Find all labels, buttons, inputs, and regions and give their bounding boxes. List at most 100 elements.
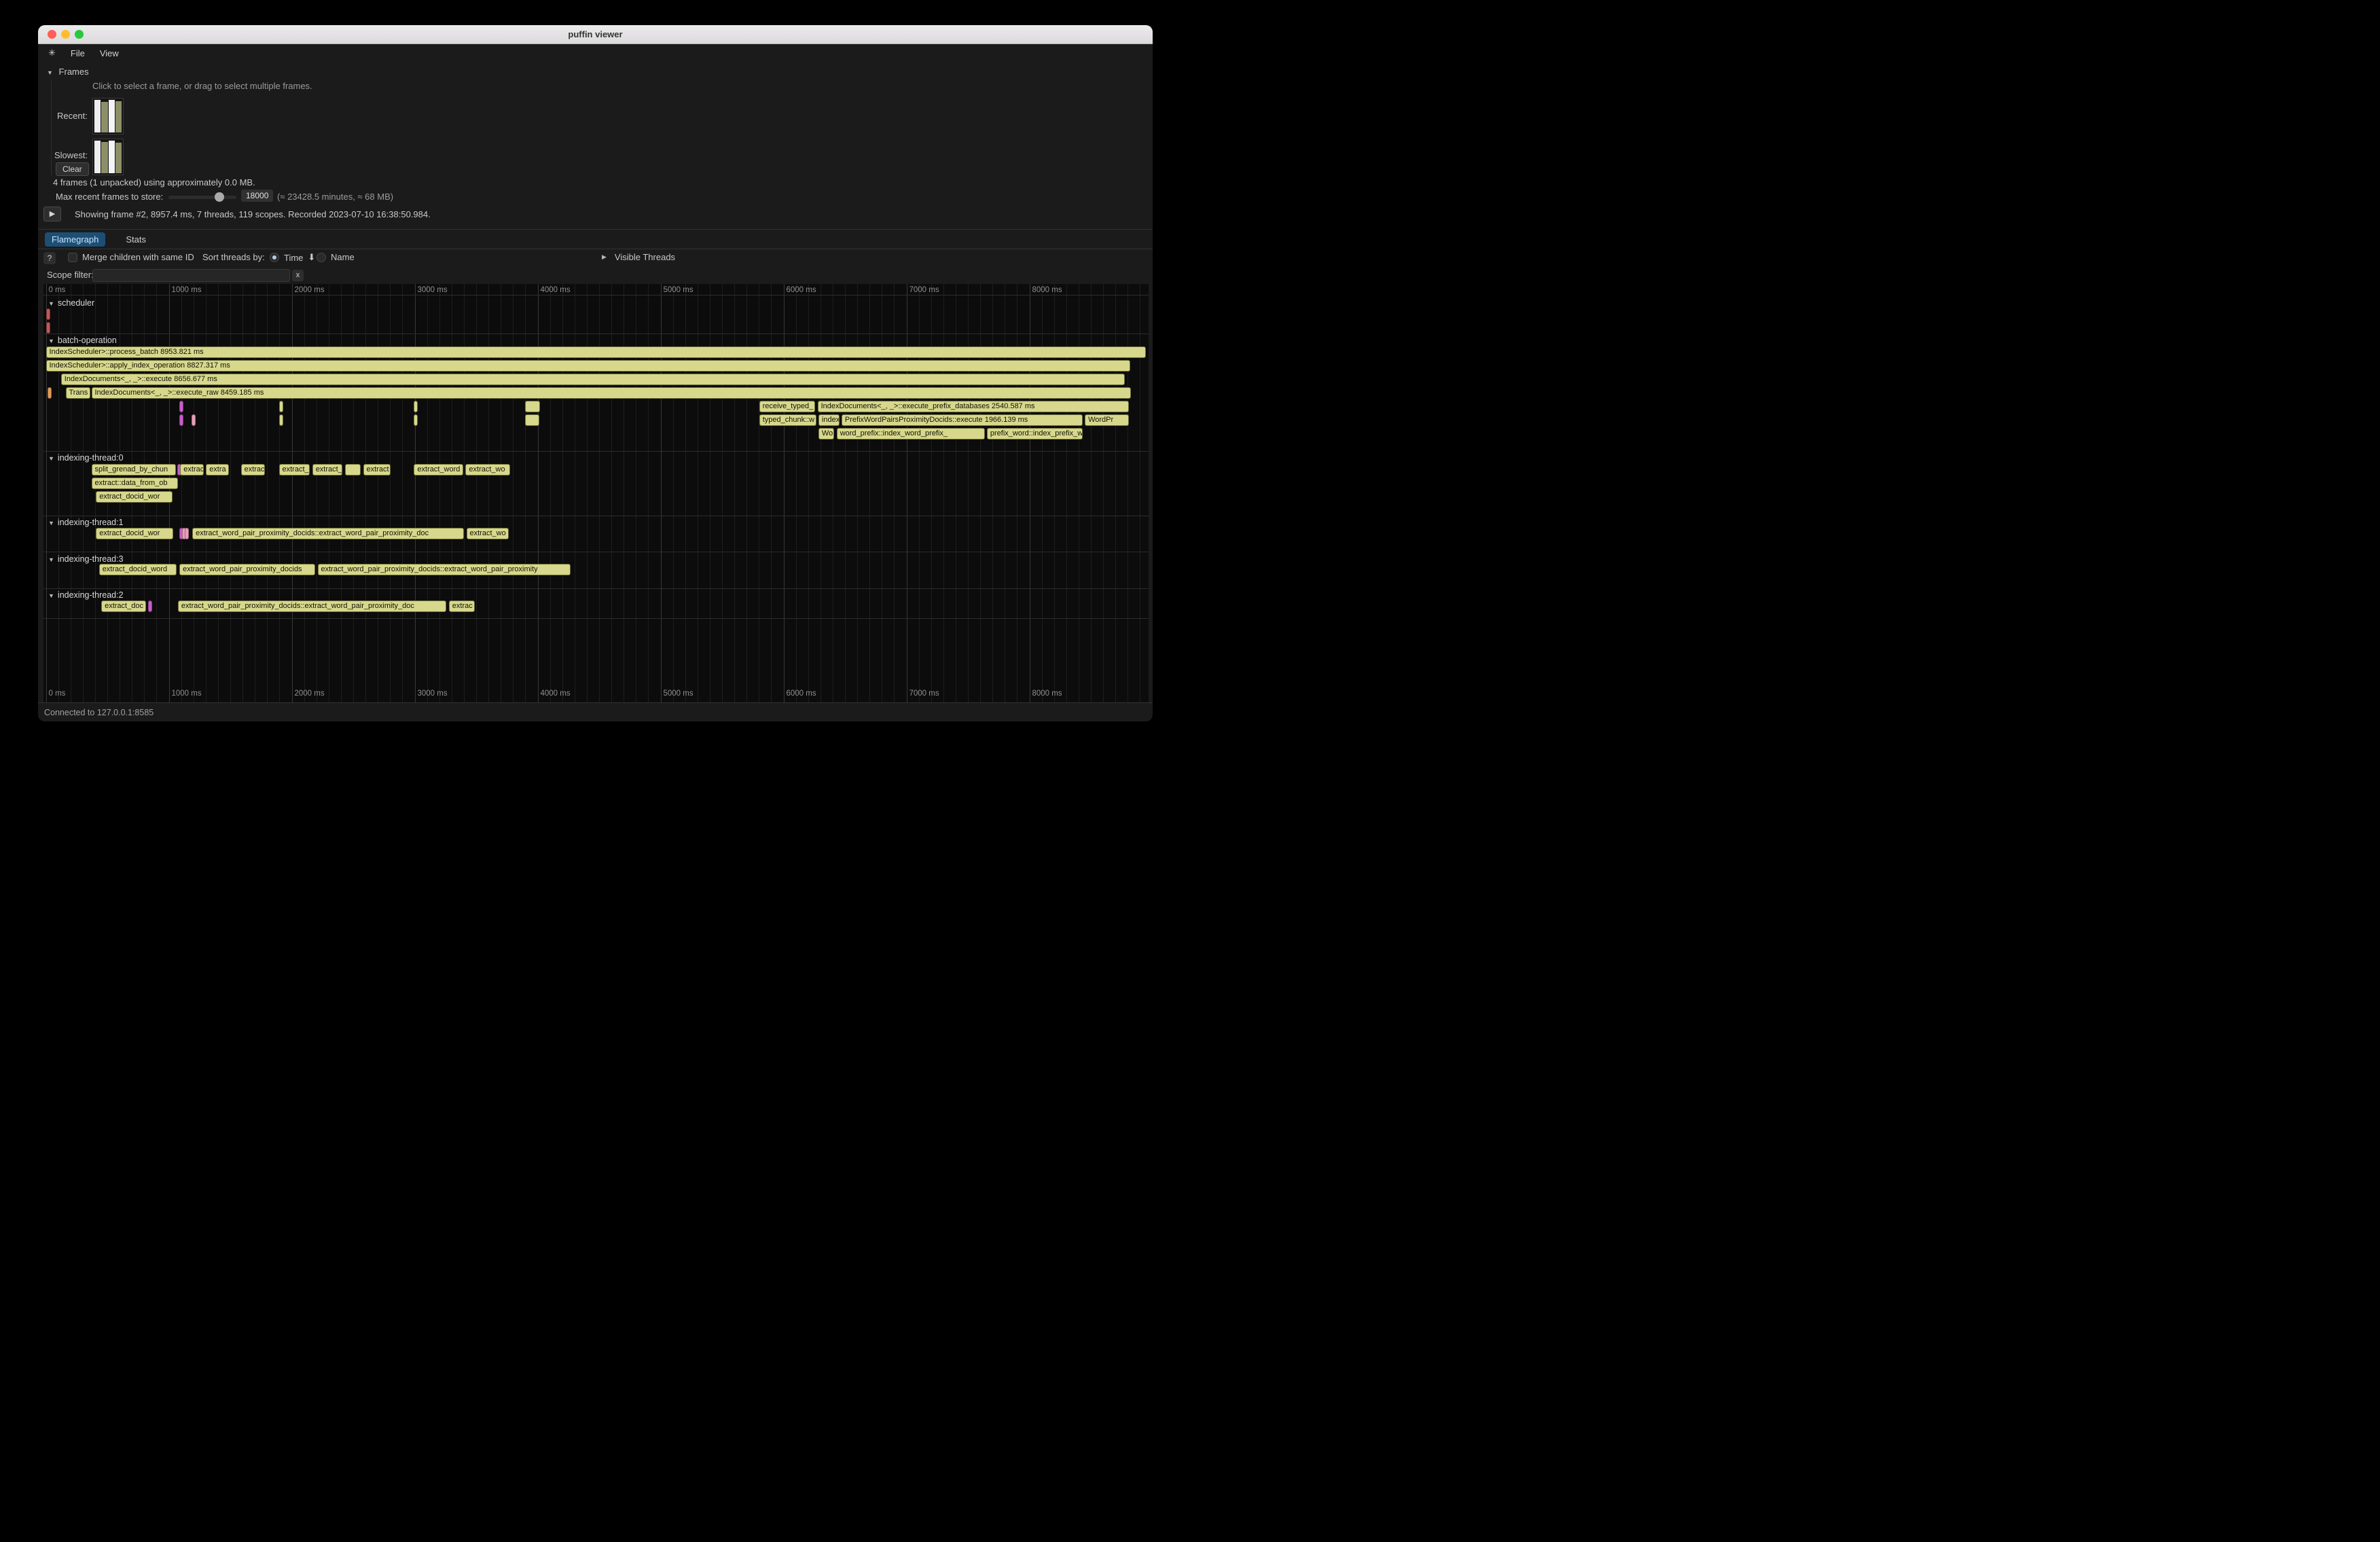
scope-span[interactable]: extract_docid_wor: [96, 491, 173, 503]
slowest-frames-thumbnail[interactable]: [92, 139, 124, 175]
thread-header-indexing-thread:1[interactable]: ▼indexing-thread:1: [48, 518, 124, 527]
max-frames-slider[interactable]: [168, 196, 236, 199]
thread-separator-line: [43, 618, 1149, 619]
scope-span[interactable]: [279, 414, 283, 426]
scope-span[interactable]: [525, 414, 539, 426]
frame-bar[interactable]: [109, 100, 115, 132]
axis-tick-label: 4000 ms: [541, 286, 571, 294]
scope-span[interactable]: extract_: [312, 464, 343, 476]
scope-span[interactable]: [48, 387, 52, 399]
clear-button[interactable]: Clear: [56, 162, 89, 176]
flamegraph-canvas[interactable]: 0 ms0 ms1000 ms1000 ms2000 ms2000 ms3000…: [43, 284, 1149, 702]
scope-filter-input[interactable]: [92, 269, 290, 282]
thread-header-scheduler[interactable]: ▼scheduler: [48, 298, 94, 308]
play-button[interactable]: ▶: [43, 207, 61, 221]
scope-span[interactable]: [46, 308, 50, 320]
scope-span[interactable]: extract_doc: [101, 600, 146, 612]
frame-bar[interactable]: [101, 142, 107, 173]
thread-header-indexing-thread:0[interactable]: ▼indexing-thread:0: [48, 453, 124, 463]
scope-span[interactable]: Word: [818, 428, 835, 440]
scope-span[interactable]: [192, 414, 196, 426]
visible-threads-header[interactable]: ▶ Visible Threads: [602, 252, 675, 262]
scope-span[interactable]: [179, 414, 183, 426]
scope-span[interactable]: IndexScheduler>::apply_index_operation 8…: [46, 360, 1131, 372]
frame-bar[interactable]: [115, 101, 122, 132]
radio-unselected-icon: [317, 253, 326, 262]
scope-span[interactable]: word_prefix::index_word_prefix_: [837, 428, 985, 440]
scope-span[interactable]: extra: [206, 464, 229, 476]
close-window-icon[interactable]: [48, 30, 56, 39]
zoom-window-icon[interactable]: [75, 30, 84, 39]
frame-bar[interactable]: [115, 143, 122, 173]
scope-span[interactable]: WordPr: [1085, 414, 1129, 426]
scope-span[interactable]: extract_word_pair_proximity_docids: [179, 564, 315, 575]
scope-span[interactable]: IndexDocuments<_, _>::execute 8656.677 m…: [61, 374, 1125, 385]
thread-header-batch-operation[interactable]: ▼batch-operation: [48, 336, 117, 345]
scope-span[interactable]: index: [818, 414, 840, 426]
frame-bar[interactable]: [109, 141, 115, 173]
thread-header-indexing-thread:2[interactable]: ▼indexing-thread:2: [48, 590, 124, 600]
tab-flamegraph[interactable]: Flamegraph: [45, 232, 105, 247]
scope-span[interactable]: prefix_word::index_prefix_wo: [987, 428, 1083, 440]
scope-span[interactable]: IndexDocuments<_, _>::execute_raw 8459.1…: [92, 387, 1131, 399]
scope-span[interactable]: extract: [180, 464, 204, 476]
tab-stats[interactable]: Stats: [119, 232, 153, 247]
app-menu-icon[interactable]: ✳: [48, 48, 56, 58]
sort-option-name-label: Name: [331, 252, 355, 262]
thread-name: indexing-thread:1: [58, 518, 124, 527]
scope-span[interactable]: [279, 401, 283, 412]
scope-span[interactable]: [525, 401, 541, 412]
scope-span[interactable]: receive_typed_: [759, 401, 816, 412]
frame-bar[interactable]: [94, 100, 101, 132]
minimize-window-icon[interactable]: [61, 30, 70, 39]
scope-span[interactable]: [46, 322, 50, 334]
scope-span[interactable]: extract_docid_wor: [96, 528, 173, 539]
scope-span[interactable]: extract_wo: [465, 464, 510, 476]
scope-span[interactable]: split_grenad_by_chun: [92, 464, 176, 476]
recent-frames-thumbnail[interactable]: [92, 98, 124, 135]
sort-direction-arrow-icon: ⬇: [308, 252, 315, 263]
frame-bar[interactable]: [101, 102, 107, 132]
frames-section-header[interactable]: ▼ Frames: [47, 67, 89, 77]
collapse-triangle-icon: ▼: [47, 69, 53, 76]
merge-children-checkbox[interactable]: Merge children with same ID: [68, 252, 194, 262]
help-button[interactable]: ?: [43, 252, 56, 264]
scope-span[interactable]: extract_word: [414, 464, 463, 476]
radio-selected-icon: [270, 253, 279, 262]
slider-knob[interactable]: [215, 192, 224, 202]
scope-span[interactable]: [345, 464, 361, 476]
scope-span[interactable]: Trans: [66, 387, 90, 399]
frame-bar[interactable]: [94, 141, 101, 173]
frames-section-label: Frames: [59, 67, 89, 77]
scope-span[interactable]: IndexDocuments<_, _>::execute_prefix_dat…: [818, 401, 1130, 412]
scope-span[interactable]: [179, 401, 183, 412]
sort-option-name[interactable]: Name: [317, 252, 355, 262]
scope-span[interactable]: extract_word_pair_proximity_docids::extr…: [178, 600, 447, 612]
menu-item-view[interactable]: View: [100, 48, 119, 58]
scope-span[interactable]: extract::data_from_ob: [92, 478, 179, 489]
thread-header-indexing-thread:3[interactable]: ▼indexing-thread:3: [48, 554, 124, 564]
scope-span[interactable]: extrac: [241, 464, 266, 476]
scope-span[interactable]: typed_chunk::w: [759, 414, 816, 426]
max-frames-value[interactable]: 18000: [241, 190, 273, 202]
scope-span[interactable]: extract_word_pair_proximity_docids::extr…: [318, 564, 571, 575]
scope-span[interactable]: [414, 414, 418, 426]
scope-span[interactable]: extrac: [449, 600, 475, 612]
clear-filter-button[interactable]: x: [292, 270, 304, 281]
scope-span[interactable]: extract_: [279, 464, 310, 476]
sort-option-time[interactable]: Time ⬇: [270, 252, 315, 263]
scope-span[interactable]: extract_word_pair_proximity_docids::extr…: [192, 528, 464, 539]
scope-span[interactable]: [185, 528, 189, 539]
thread-separator-line: [43, 451, 1149, 452]
scope-span[interactable]: extract_docid_word: [99, 564, 177, 575]
sort-option-time-label: Time: [284, 253, 303, 263]
scope-span[interactable]: [414, 401, 418, 412]
scope-span[interactable]: extract_wo: [467, 528, 509, 539]
scope-span[interactable]: extract: [363, 464, 391, 476]
scope-span[interactable]: IndexScheduler>::process_batch 8953.821 …: [46, 346, 1147, 358]
scope-span[interactable]: PrefixWordPairsProximityDocids::execute …: [842, 414, 1083, 426]
menu-item-file[interactable]: File: [71, 48, 85, 58]
thread-name: scheduler: [58, 298, 94, 308]
axis-tick-label: 1000 ms: [172, 689, 202, 698]
scope-span[interactable]: [148, 600, 152, 612]
